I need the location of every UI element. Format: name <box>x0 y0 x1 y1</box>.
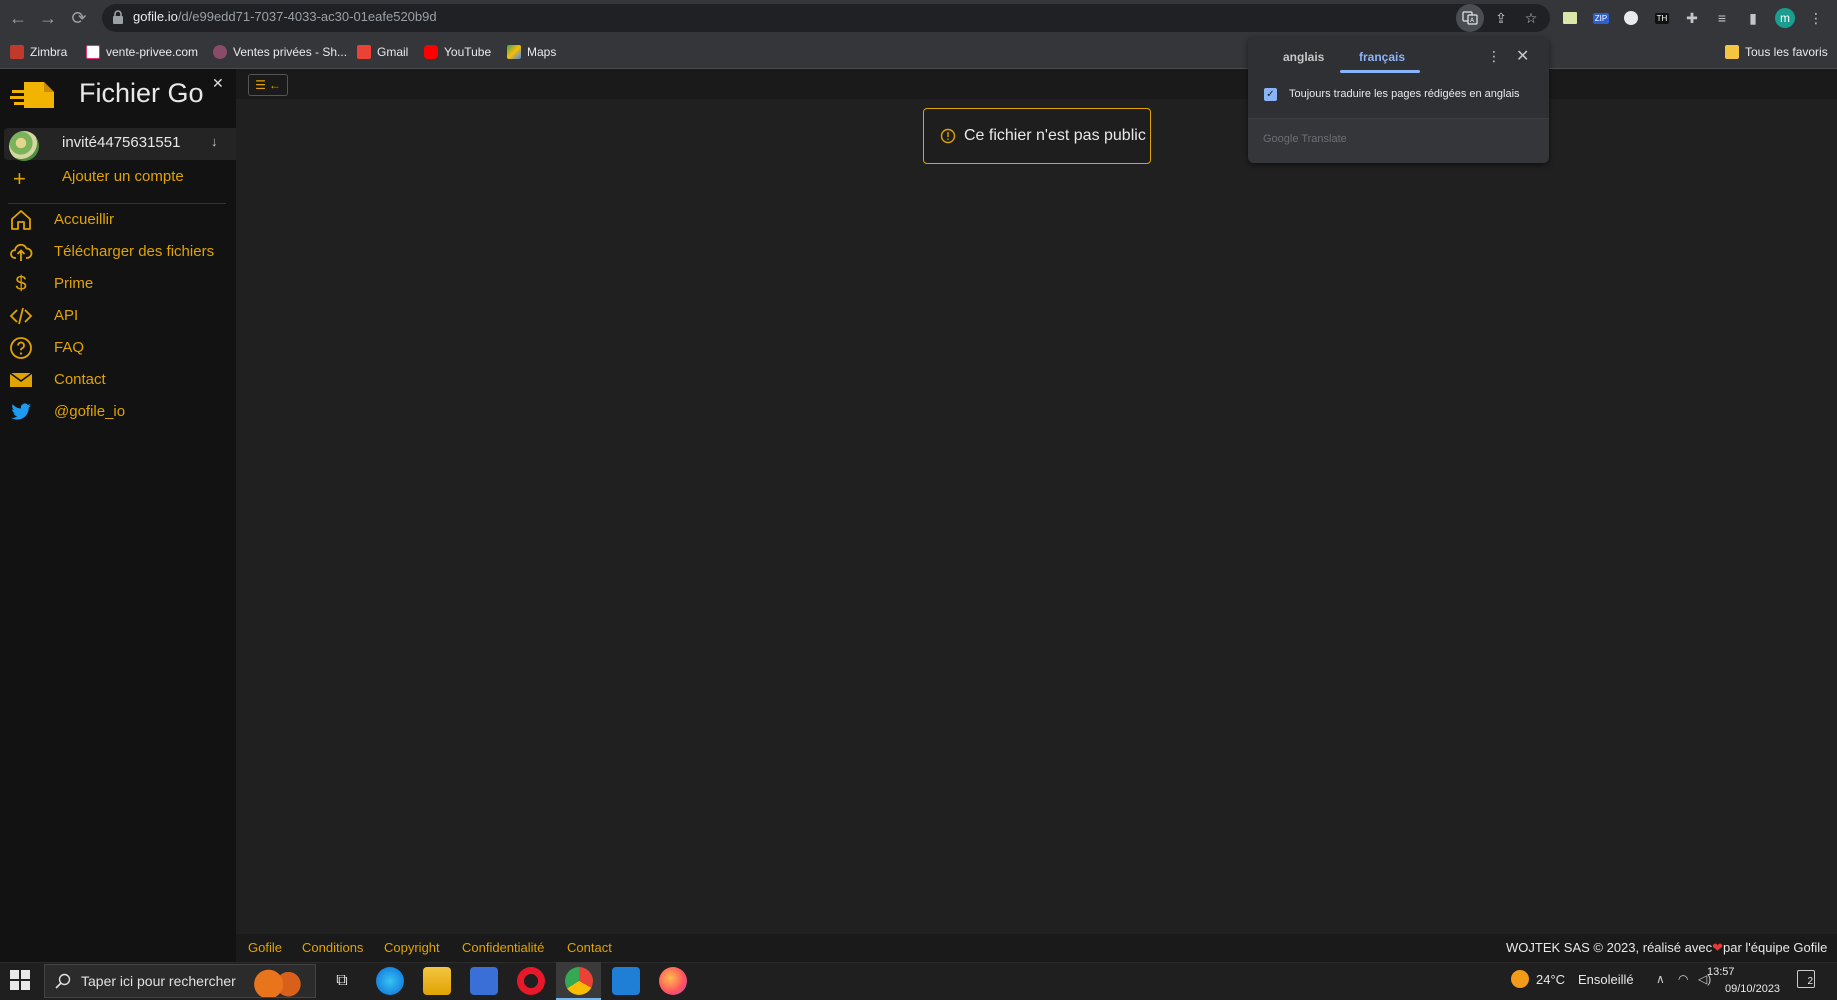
add-account-link[interactable]: Ajouter un compte <box>62 168 184 185</box>
bookmark-gmail[interactable]: Gmail <box>357 43 408 61</box>
reload-button[interactable]: ⟳ <box>67 6 91 30</box>
gmail-icon <box>357 45 371 59</box>
arrow-down-icon[interactable]: ↓ <box>211 134 218 149</box>
app-title: Fichier Go <box>79 78 204 108</box>
envelope-icon <box>9 372 33 387</box>
reading-list-icon[interactable]: ≡ <box>1711 7 1733 29</box>
task-view-icon[interactable]: ⧉ <box>328 967 356 995</box>
translate-options-icon[interactable]: ⋮ <box>1487 48 1501 65</box>
folder-icon <box>1725 45 1739 59</box>
bookmark-vente-privee[interactable]: vente-privee.com <box>86 43 198 61</box>
zimbra-icon <box>10 45 24 59</box>
sidebar-item-contact[interactable]: Contact <box>54 371 106 388</box>
alert-text: Ce fichier n'est pas public <box>964 127 1146 144</box>
kebab-menu-icon[interactable]: ⋮ <box>1805 7 1827 29</box>
lock-icon <box>113 10 123 24</box>
microsoft-store-icon[interactable] <box>470 967 498 995</box>
translate-icon: A <box>1462 11 1478 25</box>
share-icon[interactable]: ⇪ <box>1490 7 1512 29</box>
avatar <box>9 131 39 161</box>
translate-tab-indicator <box>1340 70 1420 73</box>
extension-zip-icon[interactable]: ZIP <box>1590 7 1612 29</box>
close-sidebar-icon[interactable]: ✕ <box>212 75 224 92</box>
footer-link-conditions[interactable]: Conditions <box>302 940 363 955</box>
tray-chevron-up-icon[interactable]: ∧ <box>1656 972 1665 986</box>
youtube-icon <box>424 45 438 59</box>
extension-note-icon[interactable] <box>1559 7 1581 29</box>
bookmark-zimbra[interactable]: Zimbra <box>10 43 67 61</box>
profile-avatar[interactable]: m <box>1775 8 1795 28</box>
home-icon <box>11 210 31 230</box>
opera-icon[interactable] <box>517 967 545 995</box>
url-text: gofile.io/d/e99edd71-7037-4033-ac30-01ea… <box>133 9 437 24</box>
ventes-privees-icon <box>213 45 227 59</box>
translate-close-icon[interactable]: ✕ <box>1516 46 1529 66</box>
hamburger-icon: ☰ <box>255 78 266 92</box>
bookmark-ventes-privees[interactable]: Ventes privées - Sh... <box>213 43 347 61</box>
weather-temperature: 24°C <box>1536 972 1566 987</box>
windows-start-icon[interactable] <box>10 970 30 990</box>
maps-icon <box>507 45 521 59</box>
footer-copyright: WOJTEK SAS © 2023, réalisé avec❤par l'éq… <box>1506 940 1828 955</box>
side-panel-icon[interactable]: ▮ <box>1742 7 1764 29</box>
footer-link-copyright[interactable]: Copyright <box>384 940 440 955</box>
sidebar-item-api[interactable]: API <box>54 307 78 324</box>
sidebar-item-twitter[interactable]: @gofile_io <box>54 403 125 420</box>
notifications-icon[interactable]: 2 <box>1797 970 1815 988</box>
url-path: /d/e99edd71-7037-4033-ac30-01eafe520b9d <box>177 9 437 24</box>
always-translate-label: Toujours traduire les pages rédigées en … <box>1289 88 1520 100</box>
account-name: invité4475631551 <box>62 134 181 151</box>
sidebar-item-accueillir[interactable]: Accueillir <box>54 211 114 228</box>
sidebar-divider <box>8 203 226 204</box>
file-explorer-icon[interactable] <box>423 967 451 995</box>
edge-icon[interactable] <box>376 967 404 995</box>
search-icon <box>55 973 71 989</box>
vente-privee-icon <box>86 45 100 59</box>
sidebar-item-prime[interactable]: Prime <box>54 275 93 292</box>
cloud-upload-icon <box>10 243 33 261</box>
alert-not-public: Ce fichier n'est pas public <box>923 108 1151 164</box>
weather-condition: Ensoleillé <box>1578 972 1634 987</box>
footer-link-contact[interactable]: Contact <box>567 940 612 955</box>
weather-sun-icon <box>1511 970 1529 988</box>
mail-icon[interactable] <box>612 967 640 995</box>
all-bookmarks[interactable]: Tous les favoris <box>1725 43 1828 61</box>
code-icon <box>9 307 33 325</box>
url-host: gofile.io <box>133 9 178 24</box>
twitter-icon <box>11 403 31 420</box>
arrow-left-icon: ← <box>268 78 281 92</box>
taskbar-search-placeholder: Taper ici pour rechercher <box>81 973 236 989</box>
footer-link-confidentialite[interactable]: Confidentialité <box>462 940 544 955</box>
google-translate-brand: Google Translate <box>1263 133 1347 145</box>
warning-icon <box>940 128 956 144</box>
question-icon <box>10 337 32 359</box>
clock-time: 13:57 <box>1707 966 1735 978</box>
extension-circle-icon[interactable] <box>1620 7 1642 29</box>
halloween-pumpkin-icon <box>250 965 312 997</box>
extension-th-icon[interactable]: TH <box>1651 7 1673 29</box>
main-topbar <box>236 69 1837 99</box>
puzzle-icon[interactable]: ✚ <box>1681 7 1703 29</box>
sidebar-item-faq[interactable]: FAQ <box>54 339 84 356</box>
forward-button[interactable]: → <box>36 6 60 30</box>
star-icon[interactable]: ☆ <box>1520 7 1542 29</box>
network-icon[interactable]: ◠ <box>1678 972 1688 986</box>
always-translate-checkbox[interactable]: ✓ <box>1264 88 1277 101</box>
sidebar-item-telecharger[interactable]: Télécharger des fichiers <box>54 243 214 260</box>
gofile-logo-icon <box>10 82 54 108</box>
bookmark-youtube[interactable]: YouTube <box>424 43 491 61</box>
bookmark-maps[interactable]: Maps <box>507 43 556 61</box>
heart-icon: ❤ <box>1712 940 1724 955</box>
translate-tab-target[interactable]: français <box>1359 50 1405 64</box>
chrome-icon[interactable] <box>565 967 593 995</box>
firefox-icon[interactable] <box>659 967 687 995</box>
footer-link-gofile[interactable]: Gofile <box>248 940 282 955</box>
translate-tab-source[interactable]: anglais <box>1283 50 1324 64</box>
dollar-icon: $ <box>15 272 27 295</box>
back-button[interactable]: ← <box>6 6 30 30</box>
main-content <box>236 69 1837 962</box>
plus-icon[interactable]: + <box>13 168 26 190</box>
sidebar-toggle-button[interactable]: ☰ ← <box>248 74 288 96</box>
clock-date: 09/10/2023 <box>1725 983 1781 995</box>
